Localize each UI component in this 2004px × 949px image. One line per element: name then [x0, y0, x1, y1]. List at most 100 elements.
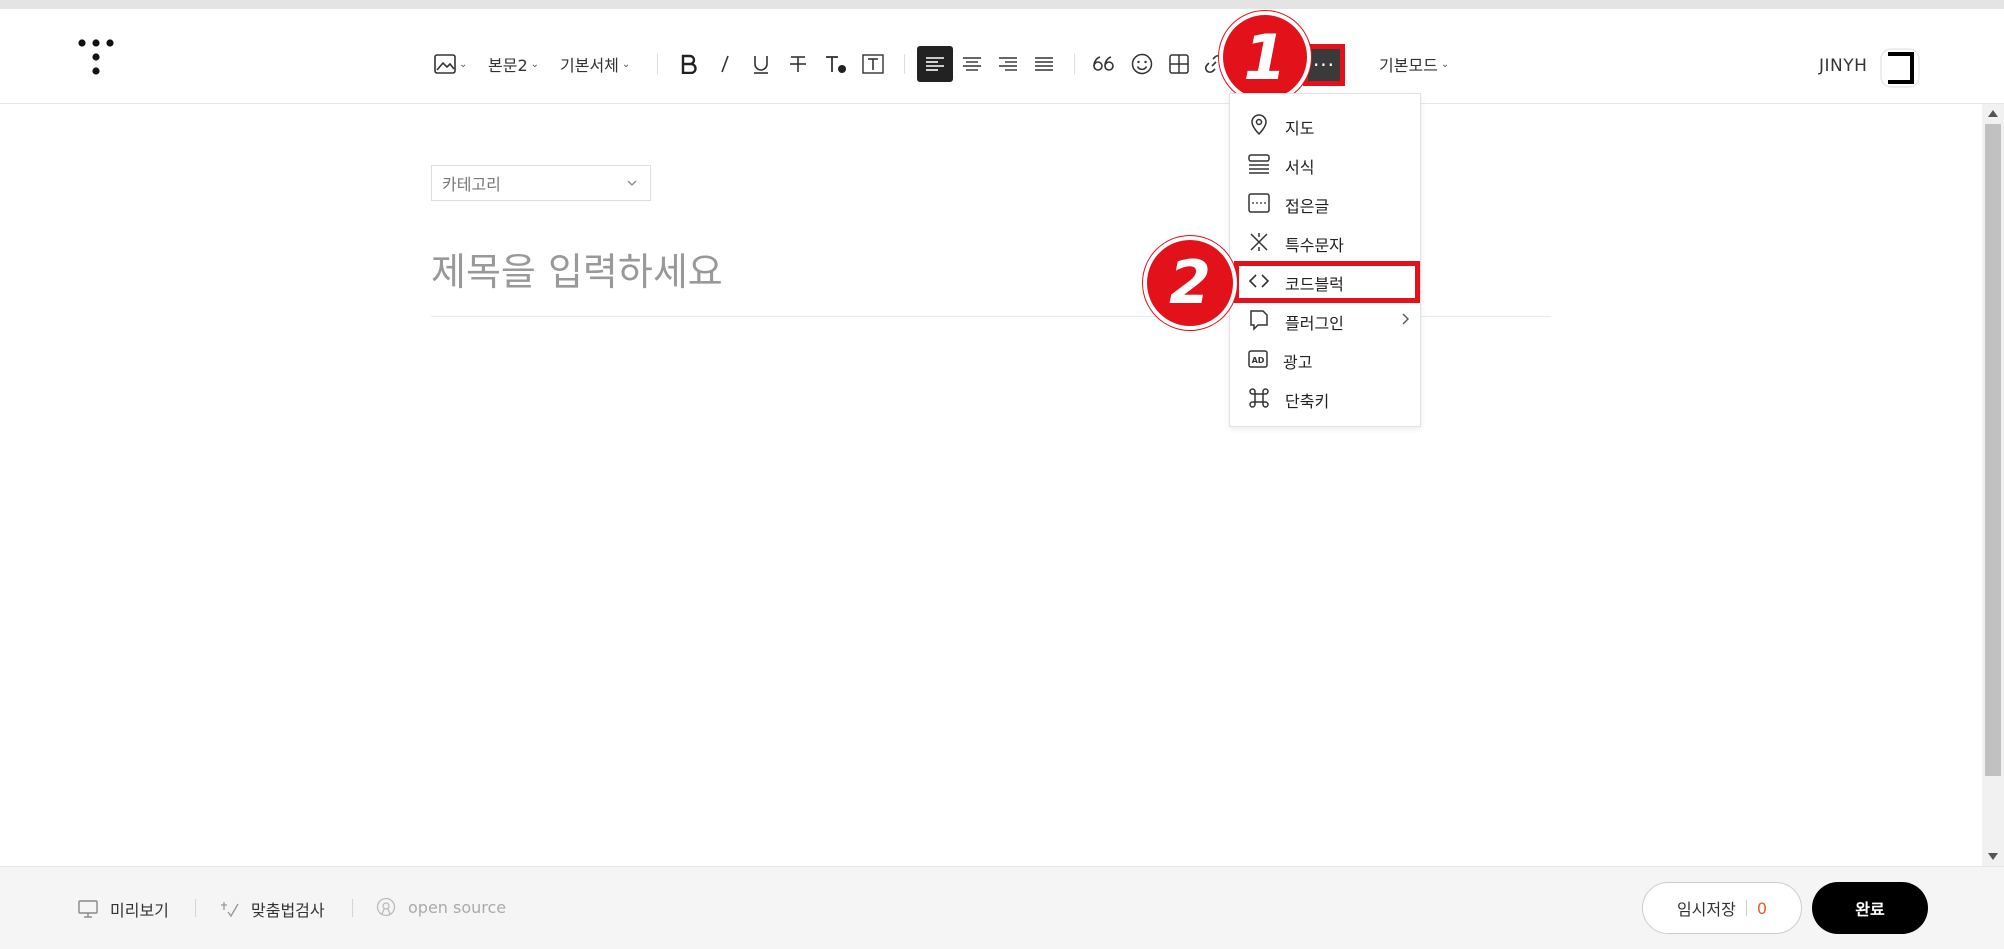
- menu-item-special-characters[interactable]: 특수문자: [1230, 222, 1420, 261]
- spellcheck-label: 맞춤법검사: [251, 901, 325, 920]
- temp-save-label: 임시저장: [1676, 900, 1736, 919]
- menu-item-plugin[interactable]: 플러그인: [1230, 300, 1420, 339]
- editor-toolbar: ⌄ 본문2 ⌄ 기본서체 ⌄ ··· 기본모드 ⌄ JINYH: [0, 9, 2004, 104]
- align-left-button[interactable]: [917, 46, 953, 82]
- open-source-label: open source: [408, 897, 507, 917]
- monitor-icon: [78, 900, 98, 918]
- underline-icon: [754, 56, 768, 74]
- spellcheck-icon: [221, 902, 239, 918]
- align-right-button[interactable]: [996, 49, 1020, 79]
- underline-button[interactable]: [750, 49, 772, 79]
- align-justify-button[interactable]: [1032, 49, 1056, 79]
- menu-item-label: 접은글: [1285, 197, 1330, 216]
- menu-item-label: 단축키: [1285, 392, 1330, 411]
- insert-image-button[interactable]: ⌄: [434, 44, 467, 84]
- code-icon: [1248, 274, 1270, 288]
- special-char-icon: [1250, 233, 1268, 251]
- italic-button[interactable]: [714, 49, 736, 79]
- menu-item-label: 특수문자: [1285, 236, 1344, 255]
- chevron-down-icon: [627, 180, 637, 186]
- chevron-down-icon: ⌄: [530, 58, 540, 70]
- vertical-scrollbar[interactable]: [1982, 104, 2004, 866]
- spellcheck-button[interactable]: 맞춤법검사: [219, 897, 325, 921]
- text-color-button[interactable]: [823, 49, 849, 79]
- open-source-icon: [376, 897, 396, 917]
- strikethrough-icon: [790, 56, 806, 72]
- text-background-icon: [862, 54, 884, 74]
- plugin-icon: [1250, 310, 1268, 331]
- align-left-icon: [926, 57, 944, 71]
- menu-item-advertisement[interactable]: AD 광고: [1230, 339, 1420, 378]
- folded-text-icon: [1248, 193, 1270, 213]
- table-icon: [1169, 54, 1189, 74]
- chevron-down-icon: ⌄: [621, 58, 631, 70]
- quote-button[interactable]: [1091, 49, 1117, 79]
- scroll-up-arrow-icon[interactable]: [1988, 110, 1998, 117]
- footer-divider: [352, 899, 353, 917]
- annotation-step-1-badge: 1: [1219, 11, 1311, 103]
- text-color-icon: [826, 56, 846, 73]
- toolbar-divider: [657, 54, 658, 74]
- toolbar-divider: [1074, 54, 1075, 74]
- scroll-down-arrow-icon[interactable]: [1988, 853, 1998, 860]
- smile-icon: [1131, 53, 1153, 75]
- align-center-button[interactable]: [960, 49, 984, 79]
- menu-item-shortcuts[interactable]: 단축키: [1230, 378, 1420, 417]
- annotation-step-2-badge: 2: [1143, 236, 1237, 330]
- paragraph-style-select[interactable]: 본문2 ⌄: [488, 44, 539, 84]
- map-pin-icon: [1251, 114, 1267, 136]
- menu-item-format[interactable]: 서식: [1230, 144, 1420, 183]
- user-name[interactable]: JINYH: [1819, 56, 1867, 76]
- preview-button[interactable]: 미리보기: [78, 897, 169, 921]
- text-background-button[interactable]: [861, 49, 885, 79]
- publish-done-button[interactable]: 완료: [1812, 882, 1928, 934]
- quote-icon: [1093, 56, 1114, 71]
- table-button[interactable]: [1166, 49, 1192, 79]
- menu-item-code-block[interactable]: 코드블럭: [1230, 261, 1420, 300]
- menu-item-label: 코드블럭: [1285, 275, 1344, 294]
- paragraph-style-label: 본문2: [488, 56, 528, 75]
- ad-icon: AD: [1248, 350, 1268, 368]
- command-icon: [1249, 388, 1269, 408]
- font-family-label: 기본서체: [560, 56, 619, 75]
- preview-label: 미리보기: [110, 901, 169, 920]
- menu-item-map[interactable]: 지도: [1230, 105, 1420, 144]
- chevron-right-icon: [1402, 313, 1409, 325]
- menu-item-label: 광고: [1283, 353, 1313, 372]
- user-profile-icon[interactable]: [1880, 48, 1920, 88]
- temp-save-divider: [1745, 900, 1747, 916]
- menu-item-label: 플러그인: [1285, 314, 1344, 333]
- top-border: [0, 0, 2004, 9]
- align-justify-icon: [1035, 57, 1053, 71]
- italic-icon: [721, 55, 729, 73]
- editor-mode-label: 기본모드: [1379, 56, 1438, 75]
- editor-mode-select[interactable]: 기본모드 ⌄: [1379, 44, 1449, 84]
- bold-icon: [681, 54, 697, 74]
- temp-save-count: 0: [1756, 898, 1768, 918]
- open-source-link[interactable]: open source: [376, 897, 506, 917]
- tistory-logo-icon[interactable]: [78, 39, 114, 75]
- format-icon: [1248, 154, 1270, 174]
- align-center-icon: [963, 57, 981, 71]
- editor-footer: 미리보기 맞춤법검사 open source 임시저장 0 완료: [0, 866, 2004, 949]
- temp-save-button[interactable]: 임시저장 0: [1642, 882, 1802, 934]
- footer-divider: [195, 899, 196, 917]
- category-label: 카테고리: [442, 175, 501, 194]
- font-family-select[interactable]: 기본서체 ⌄: [560, 44, 630, 84]
- menu-item-label: 서식: [1285, 158, 1315, 177]
- chevron-down-icon: ⌄: [1440, 58, 1450, 70]
- emoticon-button[interactable]: [1129, 49, 1155, 79]
- toolbar-divider: [904, 54, 905, 74]
- strikethrough-button[interactable]: [787, 49, 809, 79]
- scrollbar-thumb[interactable]: [1985, 124, 2001, 776]
- more-dots-icon: ···: [1312, 53, 1336, 77]
- category-select[interactable]: 카테고리: [431, 165, 651, 201]
- svg-text:AD: AD: [1252, 356, 1265, 365]
- align-right-icon: [999, 57, 1017, 71]
- chevron-down-icon: ⌄: [459, 58, 468, 70]
- menu-item-label: 지도: [1285, 119, 1315, 138]
- more-options-menu: 지도 서식 접은글 특수문자 코드블럭 플러그인 AD 광고 단축키: [1229, 93, 1421, 427]
- image-icon: [434, 54, 456, 74]
- menu-item-folded-text[interactable]: 접은글: [1230, 183, 1420, 222]
- bold-button[interactable]: [678, 49, 700, 79]
